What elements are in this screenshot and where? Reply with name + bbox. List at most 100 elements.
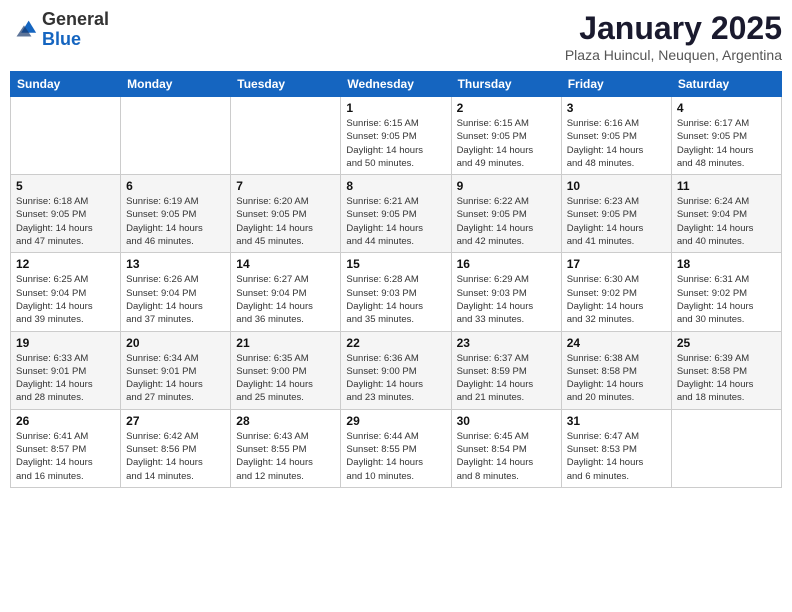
day-number: 16 [457,257,556,271]
calendar-week-row: 26 Sunrise: 6:41 AM Sunset: 8:57 PM Dayli… [11,409,782,487]
day-number: 10 [567,179,666,193]
calendar-cell: 3 Sunrise: 6:16 AM Sunset: 9:05 PM Daylig… [561,97,671,175]
calendar-week-row: 12 Sunrise: 6:25 AM Sunset: 9:04 PM Dayli… [11,253,782,331]
day-info: Sunrise: 6:17 AM Sunset: 9:05 PM Dayligh… [677,117,776,170]
logo-blue-text: Blue [42,29,81,49]
calendar-cell: 30 Sunrise: 6:45 AM Sunset: 8:54 PM Dayli… [451,409,561,487]
day-info: Sunrise: 6:21 AM Sunset: 9:05 PM Dayligh… [346,195,445,248]
calendar-cell: 19 Sunrise: 6:33 AM Sunset: 9:01 PM Dayli… [11,331,121,409]
calendar-cell: 24 Sunrise: 6:38 AM Sunset: 8:58 PM Dayli… [561,331,671,409]
calendar-cell: 12 Sunrise: 6:25 AM Sunset: 9:04 PM Dayli… [11,253,121,331]
weekday-header: Thursday [451,72,561,97]
calendar-cell: 6 Sunrise: 6:19 AM Sunset: 9:05 PM Daylig… [121,175,231,253]
day-info: Sunrise: 6:41 AM Sunset: 8:57 PM Dayligh… [16,430,115,483]
day-info: Sunrise: 6:16 AM Sunset: 9:05 PM Dayligh… [567,117,666,170]
calendar-cell: 23Sunrise: 6:37 AM Sunset: 8:59 PM Dayli… [451,331,561,409]
calendar-cell: 18 Sunrise: 6:31 AM Sunset: 9:02 PM Dayli… [671,253,781,331]
day-number: 3 [567,101,666,115]
day-info: Sunrise: 6:28 AM Sunset: 9:03 PM Dayligh… [346,273,445,326]
day-info: Sunrise: 6:25 AM Sunset: 9:04 PM Dayligh… [16,273,115,326]
weekday-header: Saturday [671,72,781,97]
day-info: Sunrise: 6:44 AM Sunset: 8:55 PM Dayligh… [346,430,445,483]
calendar-cell: 17Sunrise: 6:30 AM Sunset: 9:02 PM Dayli… [561,253,671,331]
weekday-header: Monday [121,72,231,97]
day-number: 19 [16,336,115,350]
day-number: 2 [457,101,556,115]
calendar-cell: 13 Sunrise: 6:26 AM Sunset: 9:04 PM Dayli… [121,253,231,331]
calendar-cell [11,97,121,175]
calendar-cell [231,97,341,175]
calendar-cell: 26 Sunrise: 6:41 AM Sunset: 8:57 PM Dayli… [11,409,121,487]
day-info: Sunrise: 6:33 AM Sunset: 9:01 PM Dayligh… [16,352,115,405]
page-header: General Blue January 2025 Plaza Huincul,… [10,10,782,63]
calendar-cell: 31 Sunrise: 6:47 AM Sunset: 8:53 PM Dayli… [561,409,671,487]
day-info: Sunrise: 6:35 AM Sunset: 9:00 PM Dayligh… [236,352,335,405]
day-info: Sunrise: 6:47 AM Sunset: 8:53 PM Dayligh… [567,430,666,483]
weekday-header-row: SundayMondayTuesdayWednesdayThursdayFrid… [11,72,782,97]
day-number: 28 [236,414,335,428]
day-number: 5 [16,179,115,193]
day-info: Sunrise: 6:29 AM Sunset: 9:03 PM Dayligh… [457,273,556,326]
day-number: 6 [126,179,225,193]
day-info: Sunrise: 6:42 AM Sunset: 8:56 PM Dayligh… [126,430,225,483]
weekday-header: Wednesday [341,72,451,97]
day-info: Sunrise: 6:43 AM Sunset: 8:55 PM Dayligh… [236,430,335,483]
day-number: 14 [236,257,335,271]
logo: General Blue [10,10,109,50]
calendar-week-row: 5 Sunrise: 6:18 AM Sunset: 9:05 PM Daylig… [11,175,782,253]
weekday-header: Sunday [11,72,121,97]
day-info: Sunrise: 6:18 AM Sunset: 9:05 PM Dayligh… [16,195,115,248]
calendar-cell: 21 Sunrise: 6:35 AM Sunset: 9:00 PM Dayli… [231,331,341,409]
month-title: January 2025 [565,10,782,47]
location-subtitle: Plaza Huincul, Neuquen, Argentina [565,47,782,63]
day-info: Sunrise: 6:45 AM Sunset: 8:54 PM Dayligh… [457,430,556,483]
calendar-cell: 4 Sunrise: 6:17 AM Sunset: 9:05 PM Daylig… [671,97,781,175]
day-info: Sunrise: 6:36 AM Sunset: 9:00 PM Dayligh… [346,352,445,405]
day-number: 8 [346,179,445,193]
logo-general-text: General [42,9,109,29]
day-info: Sunrise: 6:19 AM Sunset: 9:05 PM Dayligh… [126,195,225,248]
day-info: Sunrise: 6:26 AM Sunset: 9:04 PM Dayligh… [126,273,225,326]
calendar-cell: 2Sunrise: 6:15 AM Sunset: 9:05 PM Daylig… [451,97,561,175]
calendar-cell: 5 Sunrise: 6:18 AM Sunset: 9:05 PM Daylig… [11,175,121,253]
day-number: 18 [677,257,776,271]
calendar-cell: 16 Sunrise: 6:29 AM Sunset: 9:03 PM Dayli… [451,253,561,331]
day-info: Sunrise: 6:39 AM Sunset: 8:58 PM Dayligh… [677,352,776,405]
calendar-cell: 27Sunrise: 6:42 AM Sunset: 8:56 PM Dayli… [121,409,231,487]
calendar-cell: 9Sunrise: 6:22 AM Sunset: 9:05 PM Daylig… [451,175,561,253]
calendar-cell [671,409,781,487]
day-number: 7 [236,179,335,193]
day-info: Sunrise: 6:37 AM Sunset: 8:59 PM Dayligh… [457,352,556,405]
day-number: 22 [346,336,445,350]
day-number: 12 [16,257,115,271]
day-number: 30 [457,414,556,428]
calendar-cell: 10 Sunrise: 6:23 AM Sunset: 9:05 PM Dayli… [561,175,671,253]
day-number: 15 [346,257,445,271]
day-info: Sunrise: 6:27 AM Sunset: 9:04 PM Dayligh… [236,273,335,326]
weekday-header: Friday [561,72,671,97]
day-number: 13 [126,257,225,271]
calendar-cell: 15 Sunrise: 6:28 AM Sunset: 9:03 PM Dayli… [341,253,451,331]
day-info: Sunrise: 6:20 AM Sunset: 9:05 PM Dayligh… [236,195,335,248]
day-number: 20 [126,336,225,350]
logo-icon [10,16,38,44]
day-number: 1 [346,101,445,115]
day-info: Sunrise: 6:34 AM Sunset: 9:01 PM Dayligh… [126,352,225,405]
title-section: January 2025 Plaza Huincul, Neuquen, Arg… [565,10,782,63]
day-number: 31 [567,414,666,428]
day-number: 21 [236,336,335,350]
day-number: 4 [677,101,776,115]
day-number: 26 [16,414,115,428]
day-info: Sunrise: 6:15 AM Sunset: 9:05 PM Dayligh… [346,117,445,170]
day-info: Sunrise: 6:31 AM Sunset: 9:02 PM Dayligh… [677,273,776,326]
day-info: Sunrise: 6:23 AM Sunset: 9:05 PM Dayligh… [567,195,666,248]
calendar-table: SundayMondayTuesdayWednesdayThursdayFrid… [10,71,782,488]
calendar-cell: 25Sunrise: 6:39 AM Sunset: 8:58 PM Dayli… [671,331,781,409]
calendar-cell: 20 Sunrise: 6:34 AM Sunset: 9:01 PM Dayli… [121,331,231,409]
day-number: 17 [567,257,666,271]
calendar-cell: 28 Sunrise: 6:43 AM Sunset: 8:55 PM Dayli… [231,409,341,487]
day-info: Sunrise: 6:38 AM Sunset: 8:58 PM Dayligh… [567,352,666,405]
calendar-week-row: 1 Sunrise: 6:15 AM Sunset: 9:05 PM Daylig… [11,97,782,175]
day-number: 24 [567,336,666,350]
day-number: 29 [346,414,445,428]
